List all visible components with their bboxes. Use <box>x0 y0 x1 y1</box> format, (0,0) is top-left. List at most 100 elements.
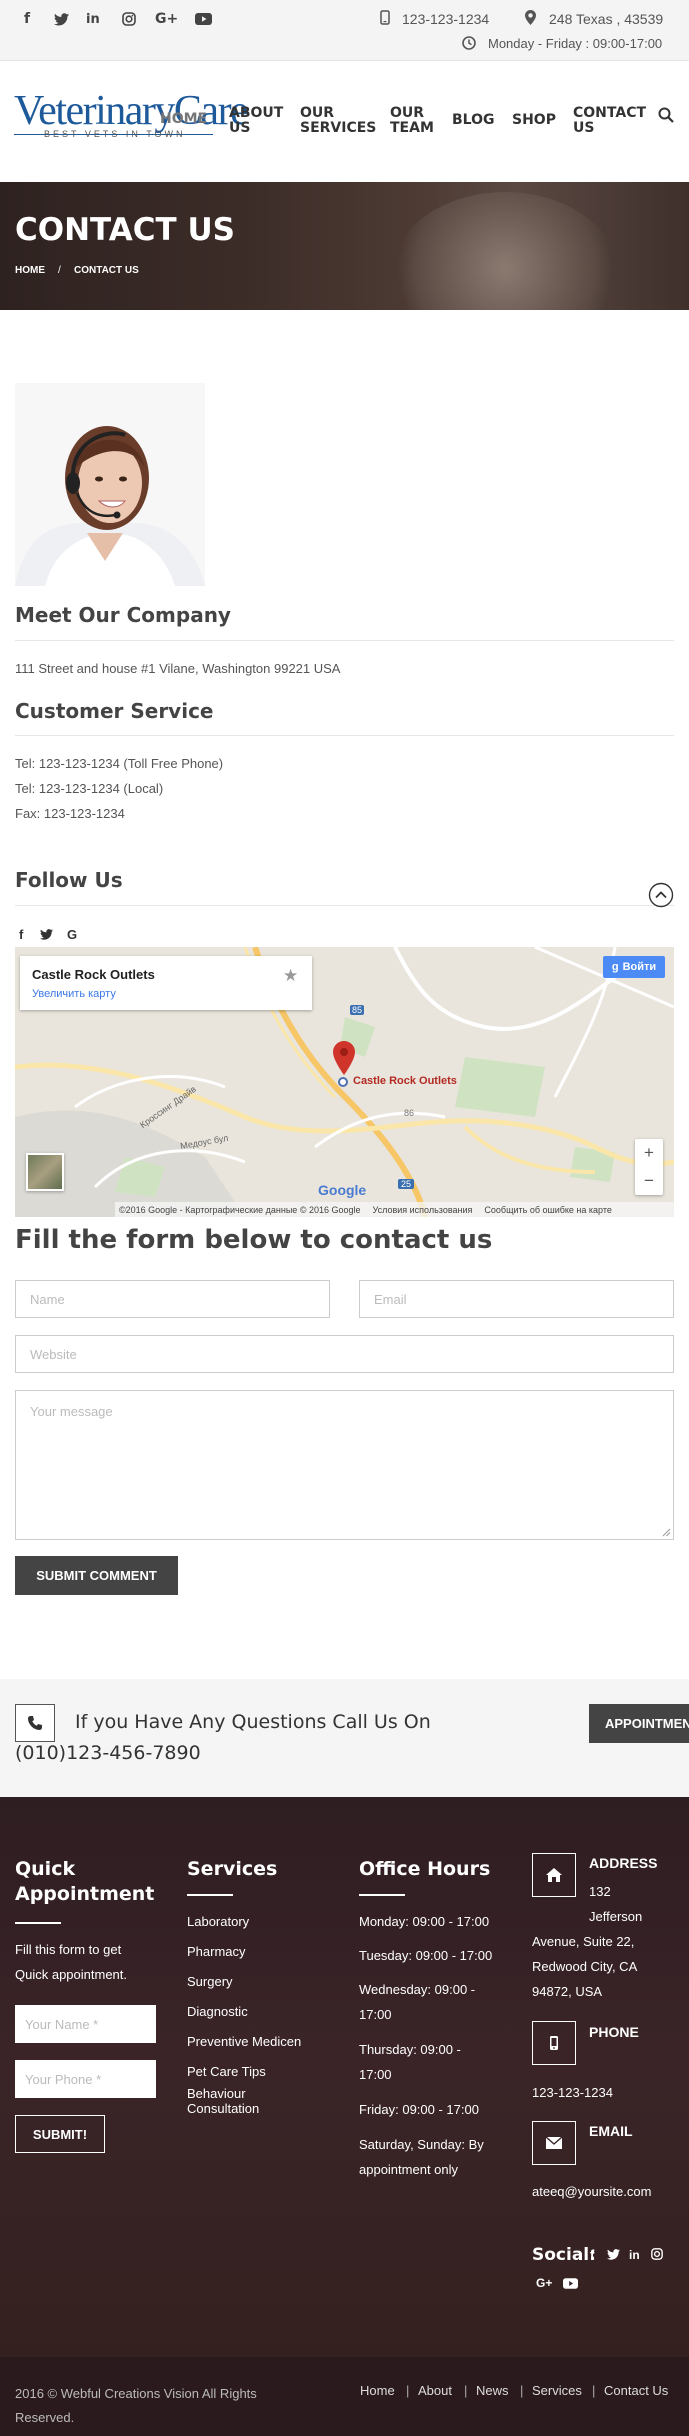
map-signin-button[interactable]: g Войти <box>603 956 665 978</box>
footer-google-plus-icon[interactable]: G+ <box>536 2276 552 2290</box>
bottom-link-services[interactable]: Services <box>532 2383 582 2398</box>
main-navigation: VeterinaryCare BEST VETS IN TOWN HOME AB… <box>0 61 689 182</box>
footer-facebook-icon[interactable]: f <box>590 2247 594 2262</box>
logo[interactable]: VeterinaryCare <box>14 89 249 133</box>
service-link[interactable]: Behaviour Consultation <box>187 2086 259 2116</box>
scroll-top-chevron-icon[interactable] <box>648 882 674 908</box>
nav-home[interactable]: HOME <box>160 112 207 127</box>
breadcrumb-separator: / <box>58 265 61 276</box>
map-marker-icon <box>525 10 536 25</box>
hours-line: Tuesday: 09:00 - 17:00 <box>359 1948 493 1963</box>
google-logo: Google <box>318 1182 367 1198</box>
star-icon[interactable]: ★ <box>283 966 298 986</box>
instagram-icon[interactable] <box>122 12 136 26</box>
social-label: Social: <box>532 2245 596 2265</box>
qa-submit-button[interactable]: SUBMIT! <box>15 2115 105 2153</box>
footer-youtube-icon[interactable] <box>563 2278 578 2289</box>
footer-linkedin-icon[interactable]: in <box>629 2248 640 2262</box>
qa-name-placeholder: Your Name * <box>25 2016 99 2032</box>
nav-shop[interactable]: SHOP <box>512 113 556 128</box>
facebook-icon[interactable]: f <box>24 11 30 27</box>
map-card-title: Castle Rock Outlets <box>32 967 155 982</box>
follow-facebook-icon[interactable]: f <box>19 927 23 942</box>
bottom-link-contact[interactable]: Contact Us <box>604 2383 668 2398</box>
map-report-link[interactable]: Сообщить об ошибке на карте <box>484 1205 611 1215</box>
service-link[interactable]: Pet Care Tips <box>187 2059 266 2084</box>
bottom-link-news[interactable]: News <box>476 2383 509 2398</box>
hours-line: Friday: 09:00 - 17:00 <box>359 2102 479 2117</box>
message-textarea[interactable]: Your message <box>15 1390 674 1540</box>
page-hero: CONTACT US HOME / CONTACT US <box>0 182 689 310</box>
resize-handle-icon[interactable] <box>662 1528 671 1537</box>
footer-phone: 123-123-1234 <box>532 2085 613 2100</box>
nav-blog[interactable]: BLOG <box>452 113 495 128</box>
hours-line: Thursday: 09:00 - <box>359 2042 461 2057</box>
service-link[interactable]: Pharmacy <box>187 1939 246 1964</box>
search-icon[interactable] <box>658 107 674 123</box>
follow-twitter-icon[interactable] <box>40 929 53 940</box>
service-link[interactable]: Laboratory <box>187 1909 249 1934</box>
heading-underline <box>187 1894 233 1896</box>
qa-name-input[interactable]: Your Name * <box>15 2005 156 2043</box>
footer-twitter-icon[interactable] <box>607 2249 620 2260</box>
follow-google-icon[interactable]: G <box>67 927 77 942</box>
home-icon <box>532 1853 576 1897</box>
breadcrumb-home[interactable]: HOME <box>15 265 45 276</box>
qa-text-line2: Quick appointment. <box>15 1967 128 1982</box>
qa-phone-input[interactable]: Your Phone * <box>15 2060 156 2098</box>
address-line: Jefferson <box>589 1909 643 1924</box>
nav-contact[interactable]: CONTACT US <box>573 106 651 136</box>
service-link[interactable]: Surgery <box>187 1969 233 1994</box>
footer-instagram-icon[interactable] <box>651 2248 663 2260</box>
twitter-icon[interactable] <box>54 13 69 26</box>
google-plus-icon[interactable]: G+ <box>155 11 178 27</box>
nav-services[interactable]: OUR SERVICES <box>300 106 376 136</box>
appointment-button[interactable]: APPOINTMENT <box>589 1704 689 1743</box>
company-address: 111 Street and house #1 Vilane, Washingt… <box>15 661 341 676</box>
message-placeholder: Your message <box>30 1404 113 1419</box>
topbar-address: 248 Texas , 43539 <box>549 11 664 27</box>
heading-underline <box>359 1894 405 1896</box>
name-placeholder: Name <box>30 1291 65 1307</box>
envelope-icon <box>532 2121 576 2165</box>
map-enlarge-link[interactable]: Увеличить карту <box>32 988 116 1000</box>
hours-line: Saturday, Sunday: By <box>359 2137 484 2152</box>
clock-icon <box>462 36 476 50</box>
website-input[interactable]: Website <box>15 1335 674 1373</box>
bottom-link-about[interactable]: About <box>418 2383 452 2398</box>
copyright: 2016 © Webful Creations Vision All Right… <box>15 2382 257 2430</box>
zoom-in-button[interactable]: + <box>635 1139 663 1167</box>
nav-team[interactable]: OUR TEAM <box>390 106 440 136</box>
linkedin-icon[interactable]: in <box>86 12 100 27</box>
youtube-icon[interactable] <box>195 13 212 25</box>
company-heading: Meet Our Company <box>15 603 231 627</box>
address-line: Redwood City, CA <box>532 1959 638 1974</box>
qa-heading-line1: Quick <box>15 1858 76 1880</box>
bottom-link-home[interactable]: Home <box>360 2383 395 2398</box>
qa-phone-placeholder: Your Phone * <box>25 2071 102 2087</box>
map-pin-icon[interactable] <box>333 1041 355 1075</box>
service-link-line1: Behaviour <box>187 2086 246 2101</box>
service-link[interactable]: Preventive Medicen <box>187 2029 301 2054</box>
service-link[interactable]: Diagnostic <box>187 1999 248 2024</box>
name-input[interactable]: Name <box>15 1280 330 1318</box>
nav-about[interactable]: ABOUT US <box>229 106 289 136</box>
google-map[interactable]: Castle Rock Outlets Увеличить карту ★ gВ… <box>15 947 674 1217</box>
top-bar: f in G+ 123-123-1234 248 Texas , 43539 M… <box>0 0 689 61</box>
submit-comment-button[interactable]: SUBMIT COMMENT <box>15 1556 178 1595</box>
email-input[interactable]: Email <box>359 1280 674 1318</box>
hours-line: 17:00 <box>359 2007 392 2022</box>
bottom-bar: 2016 © Webful Creations Vision All Right… <box>0 2357 689 2436</box>
footer-email[interactable]: ateeq@yoursite.com <box>532 2179 651 2204</box>
map-terms-link[interactable]: Условия использования <box>373 1205 473 1215</box>
hours-line: 17:00 <box>359 2067 392 2082</box>
logo-tagline: BEST VETS IN TOWN <box>44 129 186 139</box>
satellite-view-toggle[interactable] <box>26 1153 64 1191</box>
call-text: If you Have Any Questions Call Us On <box>75 1711 431 1733</box>
hours-line: Wednesday: 09:00 - <box>359 1982 476 1997</box>
zoom-out-button[interactable]: − <box>635 1167 663 1195</box>
office-hours-heading: Office Hours <box>359 1858 491 1880</box>
place-dot-icon <box>338 1077 348 1087</box>
copyright-line1: 2016 © Webful Creations Vision All Right… <box>15 2386 257 2401</box>
call-number: (010)123-456-7890 <box>15 1742 201 1764</box>
